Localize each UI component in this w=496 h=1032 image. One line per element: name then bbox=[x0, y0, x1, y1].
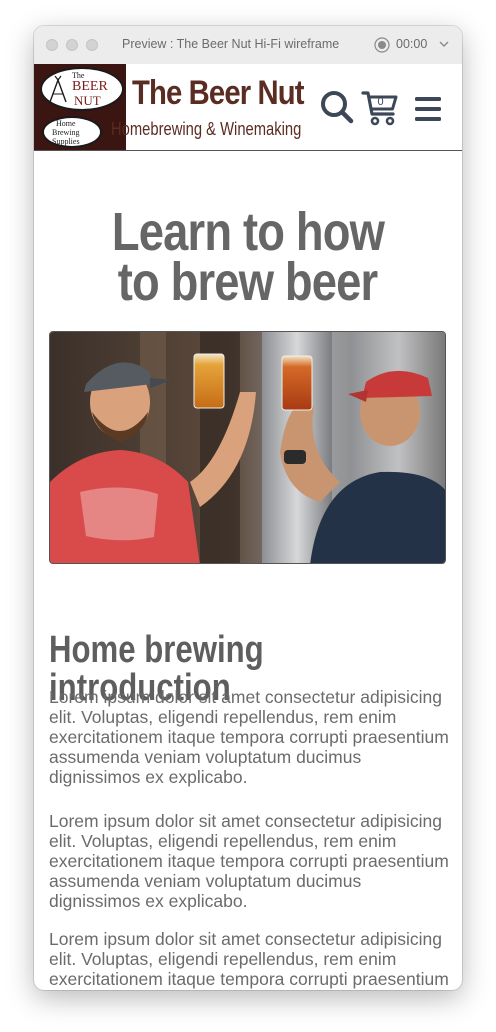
logo-text-supplies: Supplies bbox=[52, 137, 80, 146]
hamburger-menu-icon[interactable] bbox=[414, 95, 442, 123]
brand-name[interactable]: The Beer Nut bbox=[132, 74, 305, 113]
site-header: The BEER NUT Home Brewing Supplies The B… bbox=[34, 64, 462, 151]
window-titlebar: Preview : The Beer Nut Hi-Fi wireframe 0… bbox=[34, 26, 462, 65]
main-content: Learn to how to brew beer Home brewing i… bbox=[34, 151, 462, 990]
brewers-toasting-photo bbox=[50, 332, 445, 563]
logo-text-beer: BEER bbox=[72, 79, 108, 94]
hop-icon bbox=[49, 75, 67, 103]
search-icon[interactable] bbox=[320, 90, 354, 124]
window-title: Preview : The Beer Nut Hi-Fi wireframe bbox=[122, 37, 340, 51]
body-paragraph: Lorem ipsum dolor sit amet consectetur a… bbox=[49, 811, 449, 911]
record-icon[interactable] bbox=[374, 37, 390, 53]
page-title: Learn to how to brew beer bbox=[48, 202, 448, 313]
zoom-window-button[interactable] bbox=[86, 39, 98, 51]
hero-image bbox=[49, 331, 446, 564]
close-window-button[interactable] bbox=[46, 39, 58, 51]
recording-time: 00:00 bbox=[396, 37, 428, 51]
minimize-window-button[interactable] bbox=[66, 39, 78, 51]
section-title-line1: Home brewing bbox=[49, 628, 264, 671]
page-title-line2: to brew beer bbox=[118, 252, 378, 313]
cart-button[interactable]: 0 bbox=[361, 90, 399, 126]
preview-window: Preview : The Beer Nut Hi-Fi wireframe 0… bbox=[34, 26, 462, 990]
page-title-line1: Learn to how bbox=[111, 202, 385, 263]
cart-count-badge: 0 bbox=[377, 96, 384, 108]
chevron-down-icon[interactable] bbox=[439, 40, 449, 48]
logo-text-brewing: Brewing bbox=[52, 128, 80, 137]
logo-text-nut: NUT bbox=[74, 93, 101, 108]
brand-tagline: Homebrewing & Winemaking bbox=[111, 119, 302, 139]
body-paragraph: Lorem ipsum dolor sit amet consectetur a… bbox=[49, 687, 449, 787]
body-paragraph: Lorem ipsum dolor sit amet consectetur a… bbox=[49, 929, 449, 990]
logo-text-home: Home bbox=[56, 119, 76, 128]
